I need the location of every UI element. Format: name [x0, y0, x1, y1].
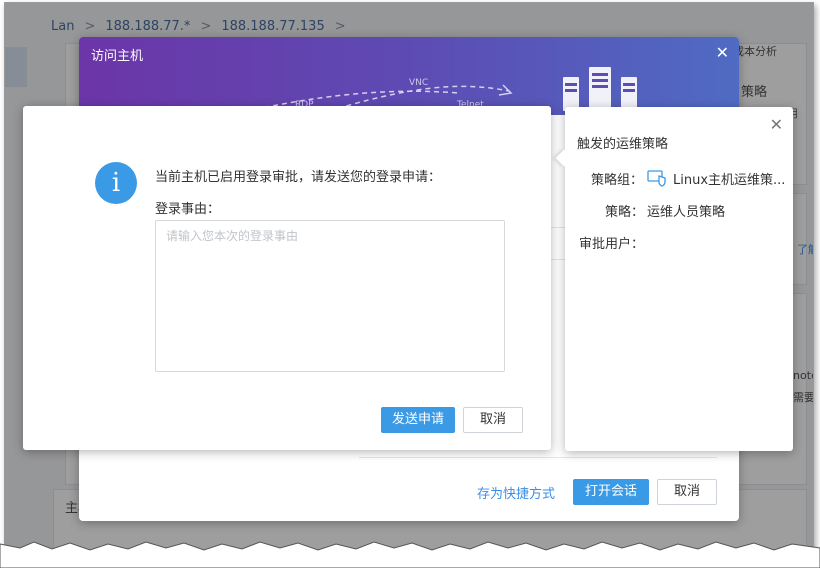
protocol-illustration: RDP VNC Telnet	[228, 67, 637, 115]
save-shortcut-button[interactable]: 存为快捷方式	[477, 483, 555, 502]
approver-label: 审批用户：	[579, 237, 645, 252]
visit-body-divider	[359, 457, 717, 458]
approval-cancel-button[interactable]: 取消	[463, 407, 523, 433]
visit-cancel-button[interactable]: 取消	[657, 479, 717, 505]
policy-group-value[interactable]: Linux主机运维策...	[673, 169, 785, 188]
approval-message: 当前主机已启用登录审批，请发送您的登录申请：	[155, 170, 442, 185]
login-reason-input[interactable]	[155, 220, 505, 372]
info-icon: i	[95, 162, 137, 204]
open-session-button[interactable]: 打开会话	[573, 479, 649, 505]
app-window: Lan > 188.188.77.* > 188.188.77.135 > 成本…	[4, 2, 814, 552]
policy-close-icon[interactable]: ✕	[770, 115, 783, 134]
policy-value: 运维人员策略	[647, 205, 726, 220]
login-reason-label: 登录事由：	[155, 202, 221, 217]
shield-monitor-icon	[647, 170, 666, 187]
send-request-button[interactable]: 发送申请	[381, 407, 455, 433]
torn-edge	[0, 541, 820, 568]
triggered-policy-panel: ✕ 触发的运维策略 策略组： Linux主机运维策... 策略： 运维人员策略 …	[565, 107, 793, 451]
policy-panel-title: 触发的运维策略	[577, 137, 669, 152]
login-approval-dialog: i 当前主机已启用登录审批，请发送您的登录申请： 登录事由： 发送申请 取消	[23, 106, 551, 450]
policy-label: 策略：	[605, 205, 645, 220]
protocol-label-vnc: VNC	[409, 78, 428, 88]
server-icon	[563, 67, 637, 111]
policy-group-label: 策略组：	[591, 173, 644, 188]
visit-host-header: 访问主机 ✕ RDP VNC Telnet	[79, 37, 739, 115]
